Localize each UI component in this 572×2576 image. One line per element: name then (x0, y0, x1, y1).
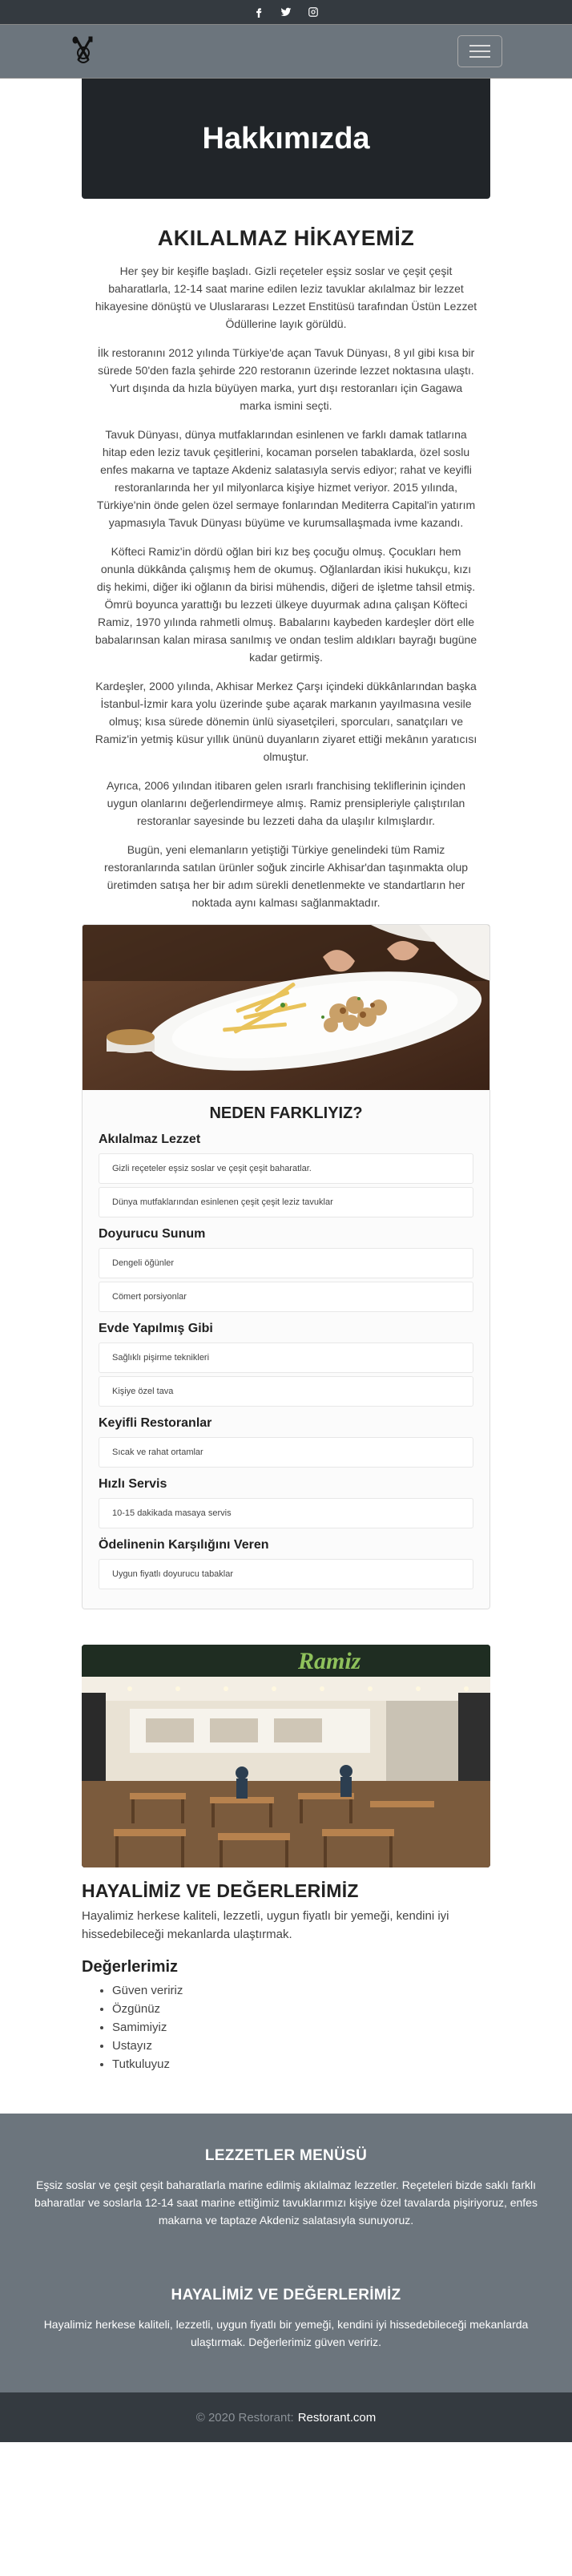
feature-group: Evde Yapılmış Gibi Sağlıklı pişirme tekn… (99, 1322, 473, 1407)
food-photo (83, 925, 489, 1090)
feature-heading: Akılalmaz Lezzet (99, 1133, 201, 1146)
feature-group: Doyurucu Sunum Dengeli öğünler Cömert po… (99, 1227, 473, 1312)
footer-menu-title: LEZZETLER MENÜSÜ (204, 2147, 368, 2164)
facebook-icon[interactable] (252, 6, 265, 18)
feature-group: Keyifli Restoranlar Sıcak ve rahat ortam… (99, 1416, 473, 1468)
footer-values-text: Hayalimiz herkese kaliteli, lezzetli, uy… (43, 2318, 529, 2348)
list-item: Uygun fiyatlı doyurucu tabaklar (99, 1559, 473, 1589)
hero-banner: Hakkımızda (82, 79, 490, 199)
story-title: AKILALMAZ HİKAYEMİZ (157, 226, 415, 250)
values-text: Hayalimiz herkese kaliteli, lezzetli, uy… (82, 1909, 449, 1941)
store-sign-text: Ramiz (297, 1648, 361, 1674)
footer-info: LEZZETLER MENÜSÜ Eşsiz soslar ve çeşit ç… (0, 2114, 572, 2392)
feature-heading: Hızlı Servis (99, 1477, 167, 1491)
footer-menu-text: Eşsiz soslar ve çeşit çeşit baharatlarla… (34, 2178, 538, 2227)
list-item: Dengeli öğünler (99, 1248, 473, 1278)
values-section: HAYALİMİZ VE DEĞERLERİMİZ Hayalimiz herk… (82, 1880, 490, 2073)
navbar (0, 24, 572, 79)
list-item: Ustayız (112, 2037, 490, 2055)
story-paragraph: Bugün, yeni elemanların yetiştiği Türkiy… (103, 843, 469, 909)
feature-heading: Evde Yapılmış Gibi (99, 1322, 213, 1335)
story-paragraph: Köfteci Ramiz'in dördü oğlan biri kız be… (95, 545, 477, 664)
story-paragraph: Tavuk Dünyası, dünya mutfaklarından esin… (96, 428, 476, 529)
story-paragraph: Her şey bir keşifle başladı. Gizli reçet… (95, 264, 477, 330)
list-item: Tutkuluyuz (112, 2055, 490, 2073)
social-bar (0, 0, 572, 24)
page-title: Hakkımızda (202, 121, 370, 155)
copyright-text: © 2020 Restorant: (195, 2410, 294, 2425)
list-item: 10-15 dakikada masaya servis (99, 1498, 473, 1528)
feature-group: Akılalmaz Lezzet Gizli reçeteler eşsiz s… (99, 1133, 473, 1217)
list-item: Sıcak ve rahat ortamlar (99, 1437, 473, 1468)
list-item: Dünya mutfaklarından esinlenen çeşit çeş… (99, 1187, 473, 1217)
list-item: Güven veririz (112, 1981, 490, 2000)
twitter-icon[interactable] (280, 6, 292, 18)
footer-values-title: HAYALİMİZ VE DEĞERLERİMİZ (171, 2287, 401, 2303)
story-paragraph: Ayrıca, 2006 yılından itibaren gelen ısr… (107, 779, 465, 827)
story-paragraph: İlk restoranını 2012 yılında Türkiye'de … (97, 346, 475, 412)
feature-heading: Keyifli Restoranlar (99, 1416, 212, 1430)
brand-logo-icon[interactable] (67, 35, 99, 67)
main-content: Hakkımızda AKILALMAZ HİKAYEMİZ Her şey b… (82, 79, 490, 2073)
feature-group: Hızlı Servis 10-15 dakikada masaya servi… (99, 1477, 473, 1528)
instagram-icon[interactable] (307, 6, 320, 18)
list-item: Gizli reçeteler eşsiz soslar ve çeşit çe… (99, 1153, 473, 1184)
features-body: NEDEN FARKLIYIZ? Akılalmaz Lezzet Gizli … (83, 1090, 489, 1609)
values-list: Güven veririz Özgünüz Samimiyiz Ustayız … (112, 1981, 490, 2073)
list-item: Samimiyiz (112, 2018, 490, 2037)
feature-heading: Doyurucu Sunum (99, 1227, 206, 1241)
footer-menu-block: LEZZETLER MENÜSÜ Eşsiz soslar ve çeşit ç… (16, 2147, 556, 2229)
menu-toggle-button[interactable] (457, 35, 502, 67)
list-item: Kişiye özel tava (99, 1376, 473, 1407)
list-item: Özgünüz (112, 2000, 490, 2018)
feature-heading: Ödelinenin Karşılığını Veren (99, 1538, 269, 1552)
feature-group: Ödelinenin Karşılığını Veren Uygun fiyat… (99, 1538, 473, 1589)
features-card: NEDEN FARKLIYIZ? Akılalmaz Lezzet Gizli … (82, 924, 490, 1609)
copyright-link[interactable]: Restorant.com (298, 2411, 377, 2425)
features-title: NEDEN FARKLIYIZ? (209, 1104, 363, 1122)
values-title: HAYALİMİZ VE DEĞERLERİMİZ (82, 1880, 359, 1901)
restaurant-photo: Ramiz (82, 1645, 490, 1867)
copyright-bar: © 2020 Restorant: Restorant.com (0, 2392, 572, 2442)
values-subtitle: Değerlerimiz (82, 1958, 179, 1976)
list-item: Sağlıklı pişirme teknikleri (99, 1343, 473, 1373)
footer-values-block: HAYALİMİZ VE DEĞERLERİMİZ Hayalimiz herk… (16, 2287, 556, 2351)
hamburger-icon (469, 45, 490, 46)
list-item: Cömert porsiyonlar (99, 1282, 473, 1312)
story-section: AKILALMAZ HİKAYEMİZ Her şey bir keşifle … (82, 226, 490, 911)
story-paragraph: Kardeşler, 2000 yılında, Akhisar Merkez … (95, 680, 477, 763)
